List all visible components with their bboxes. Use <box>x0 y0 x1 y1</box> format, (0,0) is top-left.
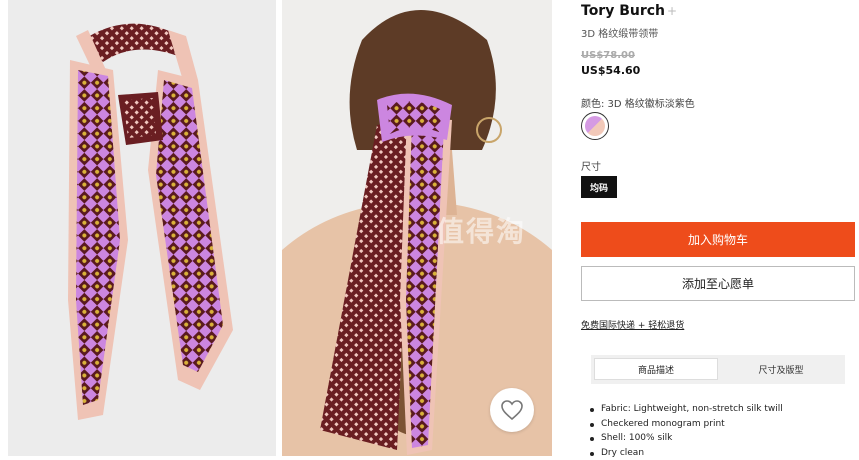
list-item: Dry clean <box>589 446 783 460</box>
details-tabs: 商品描述 尺寸及版型 <box>591 355 845 384</box>
color-label: 颜色: 3D 格纹徽标淡紫色 <box>581 95 695 110</box>
heart-icon <box>500 399 524 421</box>
list-item: Checkered monogram print <box>589 417 783 432</box>
list-item: Shell: 100% silk <box>589 431 783 446</box>
shipping-returns-link[interactable]: 免费国际快递 + 轻松退货 <box>581 318 684 331</box>
watermark: 值得淘 <box>436 210 526 250</box>
size-option-one-size[interactable]: 均码 <box>581 176 617 198</box>
tab-size-fit[interactable]: 尺寸及版型 <box>721 358 841 380</box>
brand-label[interactable]: Tory Burch <box>581 3 665 19</box>
list-item: Fabric: Lightweight, non-stretch silk tw… <box>589 402 783 417</box>
tab-description[interactable]: 商品描述 <box>594 358 718 380</box>
product-image-1[interactable] <box>8 0 276 456</box>
size-label: 尺寸 <box>581 158 601 173</box>
sale-price: US$54.60 <box>581 64 640 77</box>
swatch-fill <box>585 116 605 136</box>
brand-follow-icon[interactable]: + <box>667 4 677 18</box>
brand-name[interactable]: Tory Burch+ <box>581 3 677 19</box>
add-to-cart-button[interactable]: 加入购物车 <box>581 222 855 257</box>
color-swatch[interactable] <box>581 112 609 140</box>
favorite-button[interactable] <box>490 388 534 432</box>
add-to-wishlist-button[interactable]: 添加至心愿单 <box>581 266 855 301</box>
original-price: US$78.00 <box>581 50 635 61</box>
description-list: Fabric: Lightweight, non-stretch silk tw… <box>589 402 783 460</box>
product-title: 3D 格纹缎带领带 <box>581 25 658 40</box>
